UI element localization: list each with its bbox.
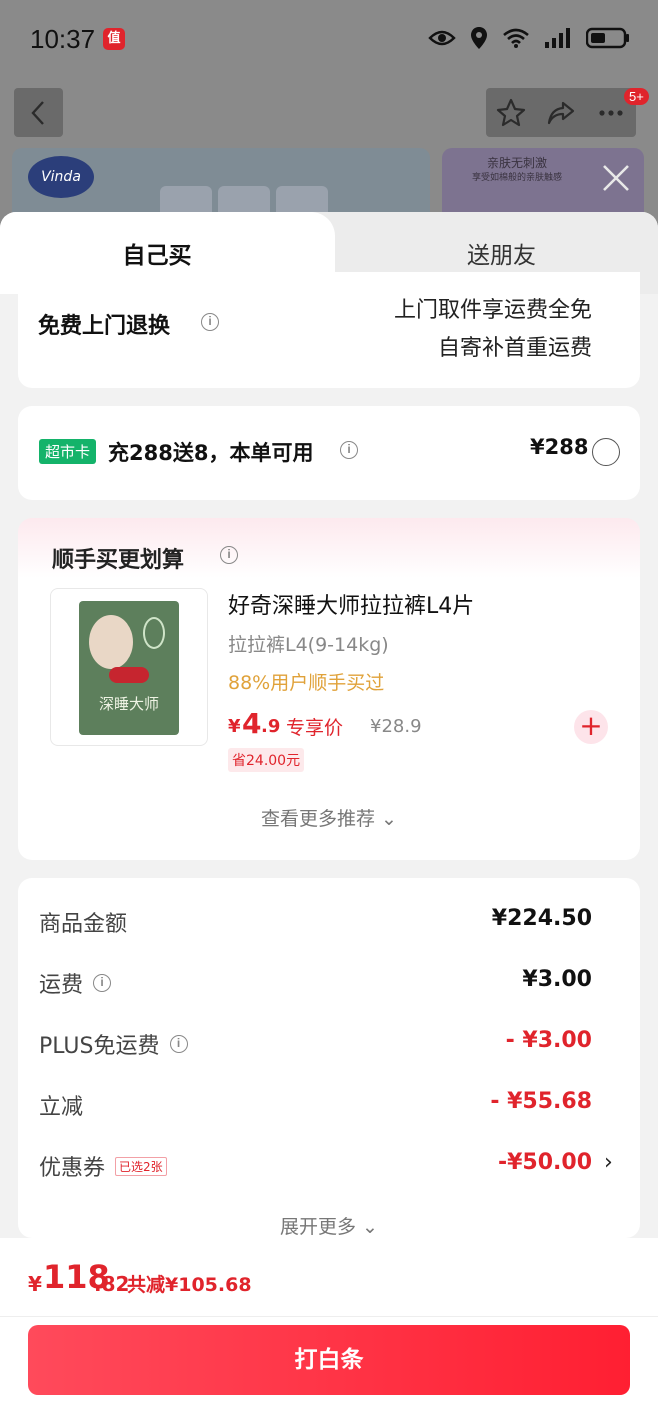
product-spec: 拉拉裤L4(9-14kg) (228, 634, 389, 656)
summary-label: PLUS免运费 i (39, 1028, 188, 1060)
app-notification-icon: 值 (103, 28, 125, 50)
info-icon[interactable]: i (169, 1035, 188, 1053)
supermarket-card-offer[interactable]: 超市卡 充288送8，本单可用 i ¥288 (18, 406, 640, 500)
summary-label: 优惠券 已选2张 (39, 1150, 167, 1182)
signal-icon (545, 28, 570, 48)
summary-row-coupon[interactable]: 优惠券 已选2张 -¥50.00 › (18, 1150, 640, 1190)
diaper-pack-image: 深睡大师 (79, 601, 179, 735)
cart-count-badge: 5+ (624, 88, 649, 105)
summary-row-goods: 商品金额 ¥224.50 (18, 906, 640, 946)
header-actions (486, 88, 636, 137)
summary-value: -¥50.00 (497, 1150, 592, 1175)
share-icon[interactable] (545, 97, 577, 129)
return-title: 免费上门退换 (38, 314, 171, 339)
tab-gift-to-friend[interactable]: 送朋友 (345, 236, 658, 270)
coupon-selected-tag: 已选2张 (115, 1156, 167, 1176)
recommend-title: 顺手买更划算 (52, 548, 185, 573)
eye-icon (428, 30, 456, 46)
supermarket-card-radio[interactable] (592, 438, 620, 466)
summary-value: ¥224.50 (491, 906, 592, 931)
status-time: 10:37 (30, 24, 96, 54)
summary-row-instant-discount: 立减 - ¥55.68 (18, 1089, 640, 1129)
summary-label-text: 运费 (39, 973, 84, 998)
pay-button[interactable]: 打白条 (28, 1325, 630, 1395)
product-bought-note: 88%用户顺手买过 (228, 672, 385, 694)
free-return-card: 免费上门退换 i 上门取件享运费全免 自寄补首重运费 (18, 272, 640, 388)
supermarket-card-tag: 超市卡 (39, 439, 97, 464)
original-price: ¥28.9 (370, 716, 422, 737)
pack-zero-mark (143, 617, 165, 649)
banner-title: 亲肤无刺激 (486, 156, 547, 170)
checkout-sheet: 自己买 送朋友 免费上门退换 i 上门取件享运费全免 自寄补首重运费 超市卡 充… (0, 212, 658, 1416)
total-decimal: .82 (94, 1272, 130, 1296)
status-bar: 10:37 值 (0, 0, 658, 80)
chevron-right-icon[interactable]: › (604, 1150, 613, 1175)
huggies-logo (109, 667, 149, 683)
recommend-card: 顺手买更划算 i 深睡大师 好奇深睡大师拉拉裤L4片 拉拉裤L4(9-14kg)… (18, 518, 640, 860)
price-decimal: .9 (261, 716, 281, 737)
total-symbol: ¥ (28, 1272, 42, 1296)
banner-subtitle: 享受如棉般的亲肤触感 (471, 173, 562, 183)
location-icon (471, 27, 487, 49)
savings-badge: 省24.00元 (228, 748, 305, 772)
summary-value: - ¥3.00 (505, 1028, 592, 1053)
view-more-recommendations[interactable]: 查看更多推荐 ⌄ (18, 804, 640, 831)
supermarket-card-price: ¥288 (530, 435, 589, 459)
price-integer: 4 (242, 707, 262, 740)
summary-row-shipping: 运费 i ¥3.00 (18, 967, 640, 1007)
info-icon[interactable]: i (201, 313, 219, 331)
summary-label: 商品金额 (39, 906, 127, 938)
supermarket-card-text: 充288送8，本单可用 (108, 441, 314, 465)
summary-label: 立减 (39, 1089, 83, 1121)
divider (0, 1316, 658, 1317)
product-name[interactable]: 好奇深睡大师拉拉裤L4片 (228, 588, 474, 620)
star-icon[interactable] (495, 97, 527, 129)
status-icons (428, 26, 630, 50)
expand-more[interactable]: 展开更多 ⌄ (18, 1212, 640, 1239)
chevron-left-icon (30, 100, 44, 125)
return-pickup-note: 上门取件享运费全免 (393, 298, 592, 323)
info-icon[interactable]: i (340, 441, 358, 459)
brand-logo: Vinda (28, 156, 94, 198)
summary-value: - ¥55.68 (490, 1089, 592, 1114)
add-product-button[interactable]: + (574, 710, 608, 744)
tab-label: 自己买 (122, 243, 192, 269)
product-image[interactable]: 深睡大师 (50, 588, 208, 746)
exclusive-price-label: 专享价 (286, 717, 344, 739)
summary-label-text: 商品金额 (39, 912, 128, 937)
summary-label: 运费 i (39, 967, 112, 999)
wifi-icon (503, 28, 529, 48)
summary-value: ¥3.00 (522, 967, 592, 992)
summary-row-plus-free-shipping: PLUS免运费 i - ¥3.00 (18, 1028, 640, 1068)
info-icon[interactable]: i (93, 974, 112, 992)
return-selfship-note: 自寄补首重运费 (437, 336, 592, 361)
more-icon[interactable] (595, 97, 627, 129)
back-button[interactable] (14, 88, 63, 137)
info-icon[interactable]: i (220, 546, 238, 564)
summary-label-text: 立减 (39, 1095, 84, 1120)
price-symbol: ¥ (228, 716, 241, 737)
summary-label-text: 优惠券 (39, 1156, 106, 1181)
pack-text: 深睡大师 (98, 695, 159, 713)
total-saved: 共减¥105.68 (127, 1274, 252, 1296)
battery-icon (586, 27, 629, 49)
close-icon[interactable] (598, 160, 634, 196)
price-summary-card: 商品金额 ¥224.50 运费 i ¥3.00 PLUS免运费 i - ¥3.00 … (18, 878, 640, 1238)
baby-illustration (89, 615, 133, 669)
summary-label-text: PLUS免运费 (39, 1034, 160, 1059)
